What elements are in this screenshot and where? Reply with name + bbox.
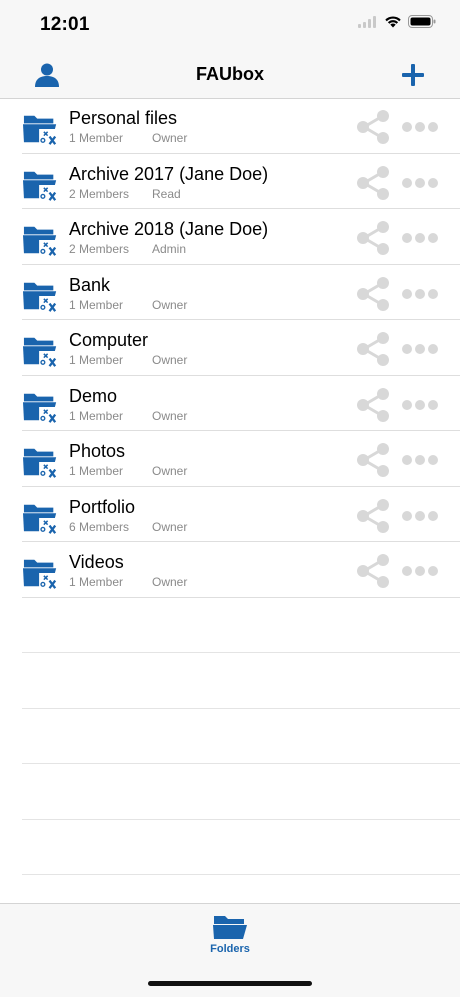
empty-list-row [0,820,460,876]
folder-members: 1 Member [69,408,124,423]
shared-folder-icon [23,282,59,312]
folder-row[interactable]: Portfolio 6 Members Owner [0,487,460,543]
folder-role: Owner [152,464,188,478]
folder-list: Personal files 1 Member Owner Archive 20… [0,98,460,875]
status-bar: 12:01 [0,0,460,50]
share-icon[interactable] [354,219,392,257]
home-indicator [148,981,312,986]
empty-list-row [0,653,460,709]
folder-row[interactable]: Archive 2018 (Jane Doe) 2 Members Admin [0,209,460,265]
more-options-icon[interactable] [401,232,439,244]
shared-folder-icon [23,337,59,368]
share-icon[interactable] [354,441,392,479]
folder-name: Archive 2017 (Jane Doe) [69,163,269,184]
folder-members: 6 Members [69,519,130,534]
share-icon[interactable] [354,497,392,535]
folder-role: Owner [152,408,188,423]
folder-name: Portfolio [69,496,136,517]
folder-row[interactable]: Videos 1 Member Owner [0,542,460,598]
folder-members: 1 Member [69,297,124,312]
page-title: FAUbox [195,64,264,84]
folder-row[interactable]: Bank 1 Member Owner [0,265,460,321]
battery-icon [408,15,436,28]
folder-members: 1 Member [69,353,124,367]
shared-folder-icon [23,559,59,590]
signal-icon [358,15,376,28]
folder-role: Owner [152,131,188,145]
shared-folder-icon [23,171,59,201]
folder-name: Computer [69,330,149,350]
folder-role: Owner [152,353,188,367]
folder-name: Videos [69,552,124,572]
shared-folder-icon [23,393,59,423]
folder-name: Bank [69,274,111,295]
folder-role: Admin [152,242,187,256]
folder-name: Personal files [69,108,178,128]
more-options-icon[interactable] [401,510,439,522]
folder-row[interactable]: Computer 1 Member Owner [0,320,460,376]
folder-members: 1 Member [69,464,124,478]
more-options-icon[interactable] [401,121,439,133]
status-icons [358,15,436,28]
share-icon[interactable] [354,108,392,146]
navigation-bar: FAUbox [0,50,460,99]
folder-icon [213,916,247,939]
empty-list-row [0,598,460,654]
share-icon[interactable] [354,330,392,368]
share-icon[interactable] [354,164,392,202]
more-options-icon[interactable] [401,288,439,300]
more-options-icon[interactable] [401,565,439,577]
tab-folders[interactable]: Folders [200,912,260,962]
status-time: 12:01 [40,14,90,35]
shared-folder-icon [23,226,59,257]
tab-folders-label: Folders [210,943,250,955]
more-options-icon[interactable] [401,454,439,466]
folder-members: 2 Members [69,186,130,201]
folder-role: Read [152,186,181,201]
folder-role: Owner [152,519,188,534]
more-options-icon[interactable] [401,343,439,355]
folder-role: Owner [152,297,188,312]
folder-row[interactable]: Photos 1 Member Owner [0,431,460,487]
folder-row[interactable]: Demo 1 Member Owner [0,376,460,432]
more-options-icon[interactable] [401,399,439,411]
plus-icon[interactable] [400,62,426,88]
folder-role: Owner [152,575,188,589]
folder-row[interactable]: Personal files 1 Member Owner [0,98,460,154]
empty-list-row [0,709,460,765]
folder-row[interactable]: Archive 2017 (Jane Doe) 2 Members Read [0,154,460,210]
empty-list-row [0,764,460,820]
shared-folder-icon [23,504,59,534]
folder-members: 1 Member [69,575,124,589]
share-icon[interactable] [354,552,392,590]
folder-name: Demo [69,385,118,406]
folder-members: 2 Members [69,242,130,256]
shared-folder-icon [23,115,59,146]
shared-folder-icon [23,448,59,479]
folder-name: Photos [69,441,126,461]
share-icon[interactable] [354,275,392,313]
share-icon[interactable] [354,386,392,424]
more-options-icon[interactable] [401,177,439,189]
folder-name: Archive 2018 (Jane Doe) [69,219,269,239]
folder-members: 1 Member [69,131,124,145]
wifi-icon [385,16,401,28]
